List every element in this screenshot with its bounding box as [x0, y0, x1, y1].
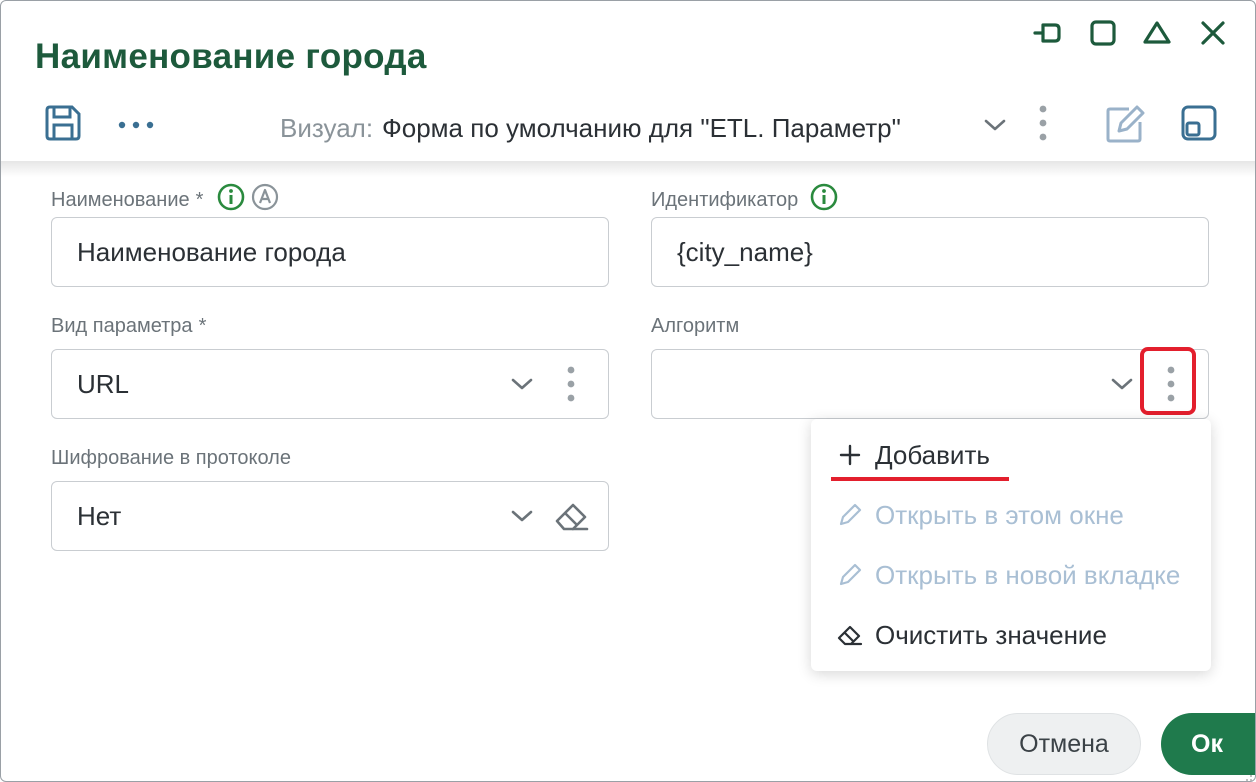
- identifier-label: Идентификатор: [651, 183, 838, 217]
- visual-label: Визуал:: [280, 113, 374, 143]
- more-horizontal-icon: [116, 117, 156, 135]
- eraser-icon: [837, 622, 863, 648]
- chevron-down-icon: [983, 117, 1007, 138]
- menu-item-open-here[interactable]: Открыть в этом окне: [837, 495, 1124, 535]
- chevron-down-icon[interactable]: [508, 504, 536, 528]
- layout-button[interactable]: [1179, 105, 1219, 145]
- toolbar-divider: [1, 161, 1255, 177]
- identifier-input[interactable]: {city_name}: [651, 217, 1209, 287]
- edit-icon: [1105, 104, 1145, 149]
- pin-button[interactable]: [1031, 15, 1067, 51]
- maximize-button[interactable]: [1085, 15, 1121, 51]
- more-vertical-icon: [1038, 104, 1048, 147]
- save-button[interactable]: [41, 105, 85, 145]
- visual-dropdown-button[interactable]: [981, 115, 1009, 139]
- auto-icon[interactable]: [251, 183, 279, 217]
- layout-icon: [1181, 105, 1217, 146]
- pin-icon: [1033, 19, 1065, 47]
- menu-item-open-new-tab[interactable]: Открыть в новой вкладке: [837, 555, 1180, 595]
- close-button[interactable]: [1195, 15, 1231, 51]
- dialog-title: Наименование города: [35, 37, 427, 76]
- eraser-icon[interactable]: [552, 500, 590, 534]
- algorithm-select[interactable]: [651, 349, 1209, 419]
- info-icon[interactable]: [810, 183, 838, 217]
- plus-icon: [837, 442, 863, 468]
- pencil-icon: [837, 562, 863, 588]
- cancel-button[interactable]: Отмена: [987, 713, 1141, 775]
- encryption-label: Шифрование в протоколе: [51, 447, 291, 469]
- param-type-label: Вид параметра *: [51, 315, 207, 337]
- dialog-window: Наименование города Визуал: Форма по умо…: [0, 0, 1256, 782]
- encryption-select[interactable]: Нет: [51, 481, 609, 551]
- save-icon: [43, 104, 83, 147]
- name-label: Наименование *: [51, 183, 279, 217]
- visual-more-button[interactable]: [1031, 105, 1055, 145]
- visual-select[interactable]: Форма по умолчанию для "ETL. Параметр": [382, 113, 901, 144]
- algorithm-label: Алгоритм: [651, 315, 740, 337]
- pencil-icon: [837, 502, 863, 528]
- more-vertical-icon[interactable]: [562, 364, 580, 404]
- collapse-button[interactable]: [1139, 15, 1175, 51]
- menu-item-clear-value[interactable]: Очистить значение: [837, 615, 1107, 655]
- close-icon: [1200, 20, 1226, 46]
- name-input[interactable]: Наименование города: [51, 217, 609, 287]
- more-button-highlight: [1140, 347, 1196, 415]
- param-type-select[interactable]: URL: [51, 349, 609, 419]
- triangle-icon: [1142, 19, 1172, 47]
- menu-item-add[interactable]: Добавить: [837, 435, 990, 475]
- square-icon: [1089, 19, 1117, 47]
- chevron-down-icon[interactable]: [1108, 372, 1136, 396]
- more-button[interactable]: [113, 111, 159, 141]
- chevron-down-icon[interactable]: [508, 372, 536, 396]
- ok-button[interactable]: Ок: [1161, 713, 1255, 775]
- edit-form-button[interactable]: [1103, 105, 1147, 147]
- add-item-underline: [831, 477, 1009, 481]
- resize-grip-icon[interactable]: [1243, 769, 1253, 781]
- algorithm-context-menu: Добавить Открыть в этом окне Открыть в н…: [811, 419, 1211, 671]
- info-icon[interactable]: [217, 183, 245, 217]
